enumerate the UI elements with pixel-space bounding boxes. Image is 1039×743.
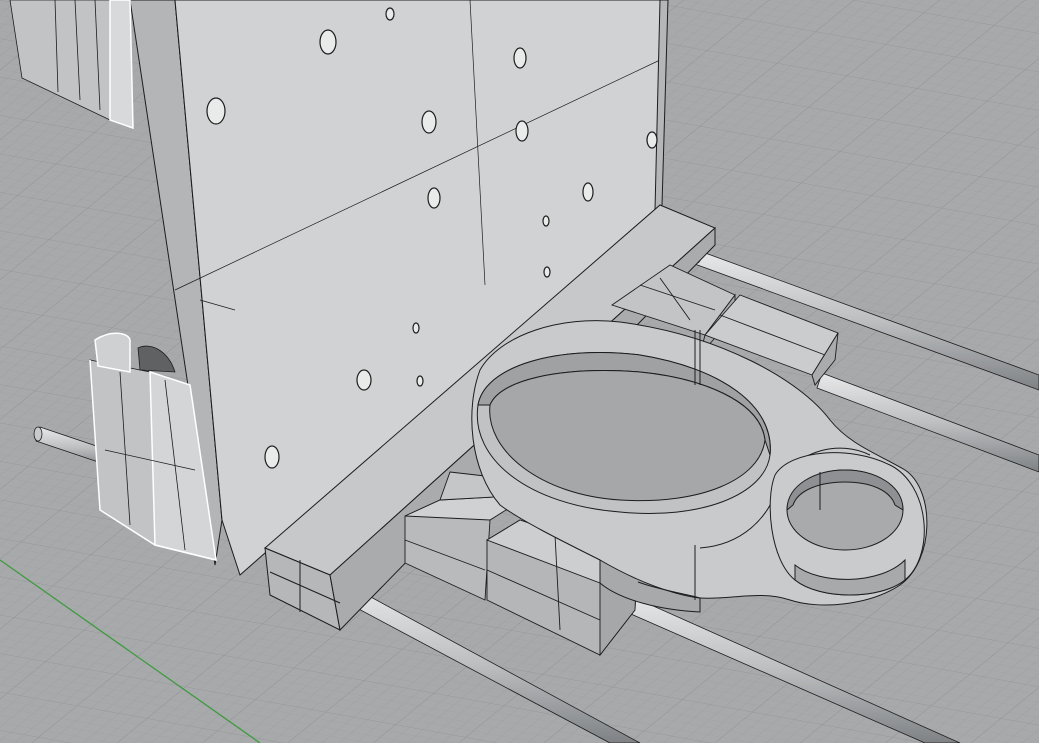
rhino-perspective-viewport[interactable] [0, 0, 1039, 743]
